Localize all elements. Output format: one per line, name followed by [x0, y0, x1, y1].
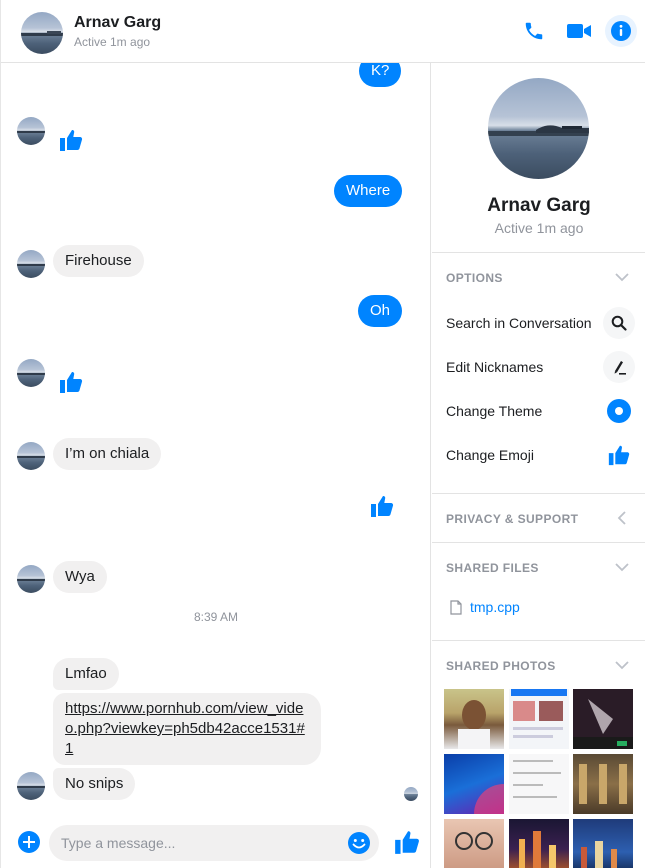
video-call-button[interactable] [564, 16, 594, 46]
shared-file-link[interactable]: tmp.cpp [470, 599, 520, 615]
shared-photo[interactable] [509, 754, 569, 814]
search-button[interactable] [603, 307, 635, 339]
message-outgoing[interactable]: K? [359, 63, 402, 87]
thumbs-up-icon [608, 445, 630, 466]
contact-avatar[interactable] [21, 12, 63, 54]
profile-status: Active 1m ago [494, 220, 584, 236]
contact-avatar-small [17, 565, 45, 593]
shared-photo[interactable] [573, 754, 633, 814]
contact-avatar-small [17, 250, 45, 278]
option-change-theme[interactable]: Change Theme [446, 403, 542, 419]
message-incoming[interactable]: Firehouse [53, 245, 144, 277]
messenger-window: Arnav Garg Active 1m ago K? Where Fireho… [0, 0, 645, 868]
shared-photo[interactable] [509, 689, 569, 749]
message-outgoing[interactable]: Where [334, 175, 403, 207]
shared-photo[interactable] [444, 689, 504, 749]
profile-avatar-large[interactable] [488, 78, 589, 179]
message-input[interactable] [49, 825, 379, 861]
chevron-left-icon[interactable] [614, 510, 630, 526]
video-camera-icon [567, 24, 591, 38]
contact-avatar-small [17, 359, 45, 387]
plus-icon [23, 836, 35, 848]
message-outgoing[interactable]: Oh [358, 295, 403, 327]
chevron-down-icon[interactable] [614, 657, 630, 673]
theme-icon [607, 399, 631, 423]
profile-name: Arnav Garg [487, 195, 591, 216]
edit-nicknames-button[interactable] [603, 351, 635, 383]
change-emoji-button[interactable] [603, 439, 635, 471]
option-search-in-conversation[interactable]: Search in Conversation [446, 315, 592, 331]
chevron-down-icon[interactable] [614, 269, 630, 285]
search-icon [611, 315, 627, 331]
pencil-icon [614, 361, 626, 375]
read-receipt-avatar [404, 787, 418, 801]
message-incoming[interactable]: No snips [53, 768, 136, 800]
divider [432, 493, 645, 494]
section-title-shared-photos[interactable]: SHARED PHOTOS [446, 659, 556, 673]
info-icon [611, 21, 631, 41]
shared-photo[interactable] [573, 819, 633, 868]
option-edit-nicknames[interactable]: Edit Nicknames [446, 359, 543, 375]
message-incoming[interactable]: Lmfao [53, 658, 119, 690]
message-list[interactable]: K? Where Firehouse Oh I’m on chiala Wya … [1, 63, 431, 868]
thumbs-up-icon[interactable] [58, 127, 84, 153]
divider [432, 542, 645, 543]
contact-name[interactable]: Arnav Garg [74, 14, 161, 32]
voice-call-button[interactable] [519, 16, 549, 46]
conversation-details-panel: Arnav Garg Active 1m ago OPTIONS Search … [432, 63, 645, 868]
message-link[interactable]: https://www.pornhub.com/view_video.php?v… [65, 700, 305, 757]
contact-status: Active 1m ago [74, 35, 151, 49]
shared-photo[interactable] [573, 689, 633, 749]
message-incoming[interactable]: I’m on chiala [53, 438, 162, 470]
section-title-privacy-support[interactable]: PRIVACY & SUPPORT [446, 512, 578, 526]
change-theme-button[interactable] [603, 395, 635, 427]
file-icon [450, 600, 462, 615]
message-incoming[interactable]: Wya [53, 561, 107, 593]
message-timestamp: 8:39 AM [193, 610, 239, 624]
divider [432, 640, 645, 641]
shared-photo[interactable] [509, 819, 569, 868]
add-attachment-button[interactable] [18, 831, 40, 853]
message-composer [1, 818, 431, 868]
thumbs-up-icon[interactable] [58, 369, 84, 395]
option-change-emoji[interactable]: Change Emoji [446, 447, 534, 463]
shared-photo[interactable] [444, 819, 504, 868]
section-title-shared-files[interactable]: SHARED FILES [446, 561, 539, 575]
shared-photo[interactable] [444, 754, 504, 814]
conversation-info-button[interactable] [605, 15, 637, 47]
message-incoming-link[interactable]: https://www.pornhub.com/view_video.php?v… [53, 693, 321, 765]
phone-icon [525, 22, 543, 40]
send-thumbs-up-icon[interactable] [393, 828, 421, 856]
contact-avatar-small [17, 442, 45, 470]
contact-avatar-small [17, 772, 45, 800]
divider [432, 252, 645, 253]
conversation-header: Arnav Garg Active 1m ago [1, 0, 645, 63]
chevron-down-icon[interactable] [614, 559, 630, 575]
emoji-icon[interactable] [347, 831, 371, 855]
thumbs-up-icon[interactable] [369, 493, 395, 519]
contact-avatar-small [17, 117, 45, 145]
section-title-options[interactable]: OPTIONS [446, 271, 503, 285]
